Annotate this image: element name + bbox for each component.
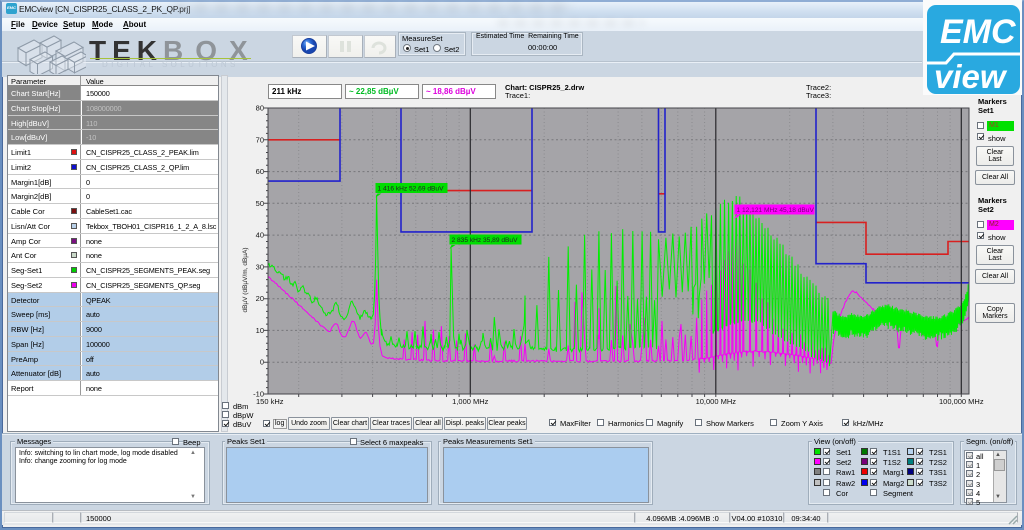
svg-text:50: 50 <box>256 199 264 208</box>
svg-text:60: 60 <box>256 167 264 176</box>
svg-text:80: 80 <box>256 104 264 113</box>
svg-text:1 12,121 MHz 45,18 dBuV: 1 12,121 MHz 45,18 dBuV <box>737 207 815 214</box>
svg-text:150 kHz: 150 kHz <box>256 397 284 406</box>
svg-text:1,000 MHz: 1,000 MHz <box>452 397 489 406</box>
svg-text:2 835 kHz 35,89 dBuV: 2 835 kHz 35,89 dBuV <box>452 237 519 244</box>
svg-text:40: 40 <box>256 231 264 240</box>
svg-text:EMC: EMC <box>940 13 1016 51</box>
svg-text:30: 30 <box>256 262 264 271</box>
svg-text:dBµV (dBµV/m, dBµA): dBµV (dBµV/m, dBµA) <box>242 247 249 312</box>
svg-text:10,000 MHz: 10,000 MHz <box>696 397 737 406</box>
svg-text:20: 20 <box>256 294 264 303</box>
svg-text:100,000 MHz: 100,000 MHz <box>939 397 984 406</box>
svg-text:1 416 kHz 52,69 dBuV: 1 416 kHz 52,69 dBuV <box>378 186 445 193</box>
svg-text:view: view <box>934 58 1008 94</box>
svg-text:70: 70 <box>256 135 264 144</box>
svg-text:10: 10 <box>256 326 264 335</box>
svg-text:0: 0 <box>260 358 264 367</box>
